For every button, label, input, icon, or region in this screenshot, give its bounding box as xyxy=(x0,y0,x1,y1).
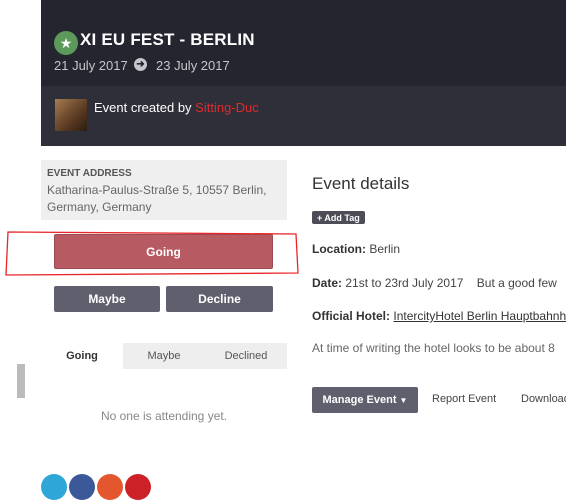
facebook-share-icon[interactable] xyxy=(69,474,95,500)
twitter-share-icon[interactable] xyxy=(41,474,67,500)
hotel-note: At time of writing the hotel looks to be… xyxy=(312,341,555,355)
event-end-date: 23 July 2017 xyxy=(156,58,230,73)
report-event-link[interactable]: Report Event xyxy=(432,393,496,405)
maybe-button[interactable]: Maybe xyxy=(54,286,160,312)
annotation-outline xyxy=(5,231,299,276)
address-text: Katharina-Paulus-Straße 5, 10557 Berlin,… xyxy=(47,183,267,214)
attendee-tabs: Going Maybe Declined xyxy=(41,343,287,369)
star-icon: ★ xyxy=(54,31,78,55)
location-value: Berlin xyxy=(366,242,401,256)
event-details-heading: Event details xyxy=(312,174,410,193)
event-address-box: EVENT ADDRESS Katharina-Paulus-Straße 5,… xyxy=(41,160,287,220)
hotel-link[interactable]: IntercityHotel Berlin Hauptbahnh xyxy=(393,309,566,323)
hotel-label: Official Hotel: xyxy=(312,309,391,323)
location-label: Location: xyxy=(312,242,366,256)
date-value: 21st to 23rd July 2017 But a good few xyxy=(342,276,557,290)
caret-down-icon: ▼ xyxy=(399,395,408,405)
decline-button[interactable]: Decline xyxy=(166,286,273,312)
add-tag-button[interactable]: + Add Tag xyxy=(312,211,365,224)
download-link[interactable]: Download xyxy=(521,393,566,405)
created-by-prefix: Event created by xyxy=(94,100,196,115)
tab-maybe[interactable]: Maybe xyxy=(123,343,205,369)
empty-attendees-message: No one is attending yet. xyxy=(100,409,228,423)
creator-bar: Event created by Sitting-Duc xyxy=(41,86,566,146)
tab-going[interactable]: Going xyxy=(41,343,123,369)
reddit-share-icon[interactable] xyxy=(97,474,123,500)
creator-link[interactable]: Sitting-Duc xyxy=(195,100,259,115)
date-row: Date: 21st to 23rd July 2017 But a good … xyxy=(312,276,557,290)
manage-event-button[interactable]: Manage Event ▼ xyxy=(312,387,418,413)
date-label: Date: xyxy=(312,276,343,290)
manage-event-label: Manage Event xyxy=(322,394,397,406)
location-row: Location: Berlin xyxy=(312,242,400,256)
created-by-text: Event created by Sitting-Duc xyxy=(94,100,259,115)
tab-declined[interactable]: Declined xyxy=(205,343,287,369)
event-title: XI EU FEST - BERLIN xyxy=(80,30,255,49)
event-header: ★ XI EU FEST - BERLIN 21 July 2017 ➜ 23 … xyxy=(41,0,566,146)
event-start-date: 21 July 2017 xyxy=(54,58,128,73)
pinterest-share-icon[interactable] xyxy=(125,474,151,500)
arrow-right-icon: ➜ xyxy=(134,58,147,71)
side-scroll-handle[interactable] xyxy=(17,364,25,398)
avatar[interactable] xyxy=(55,99,87,131)
hotel-row: Official Hotel: IntercityHotel Berlin Ha… xyxy=(312,309,566,323)
address-label: EVENT ADDRESS xyxy=(47,168,132,179)
